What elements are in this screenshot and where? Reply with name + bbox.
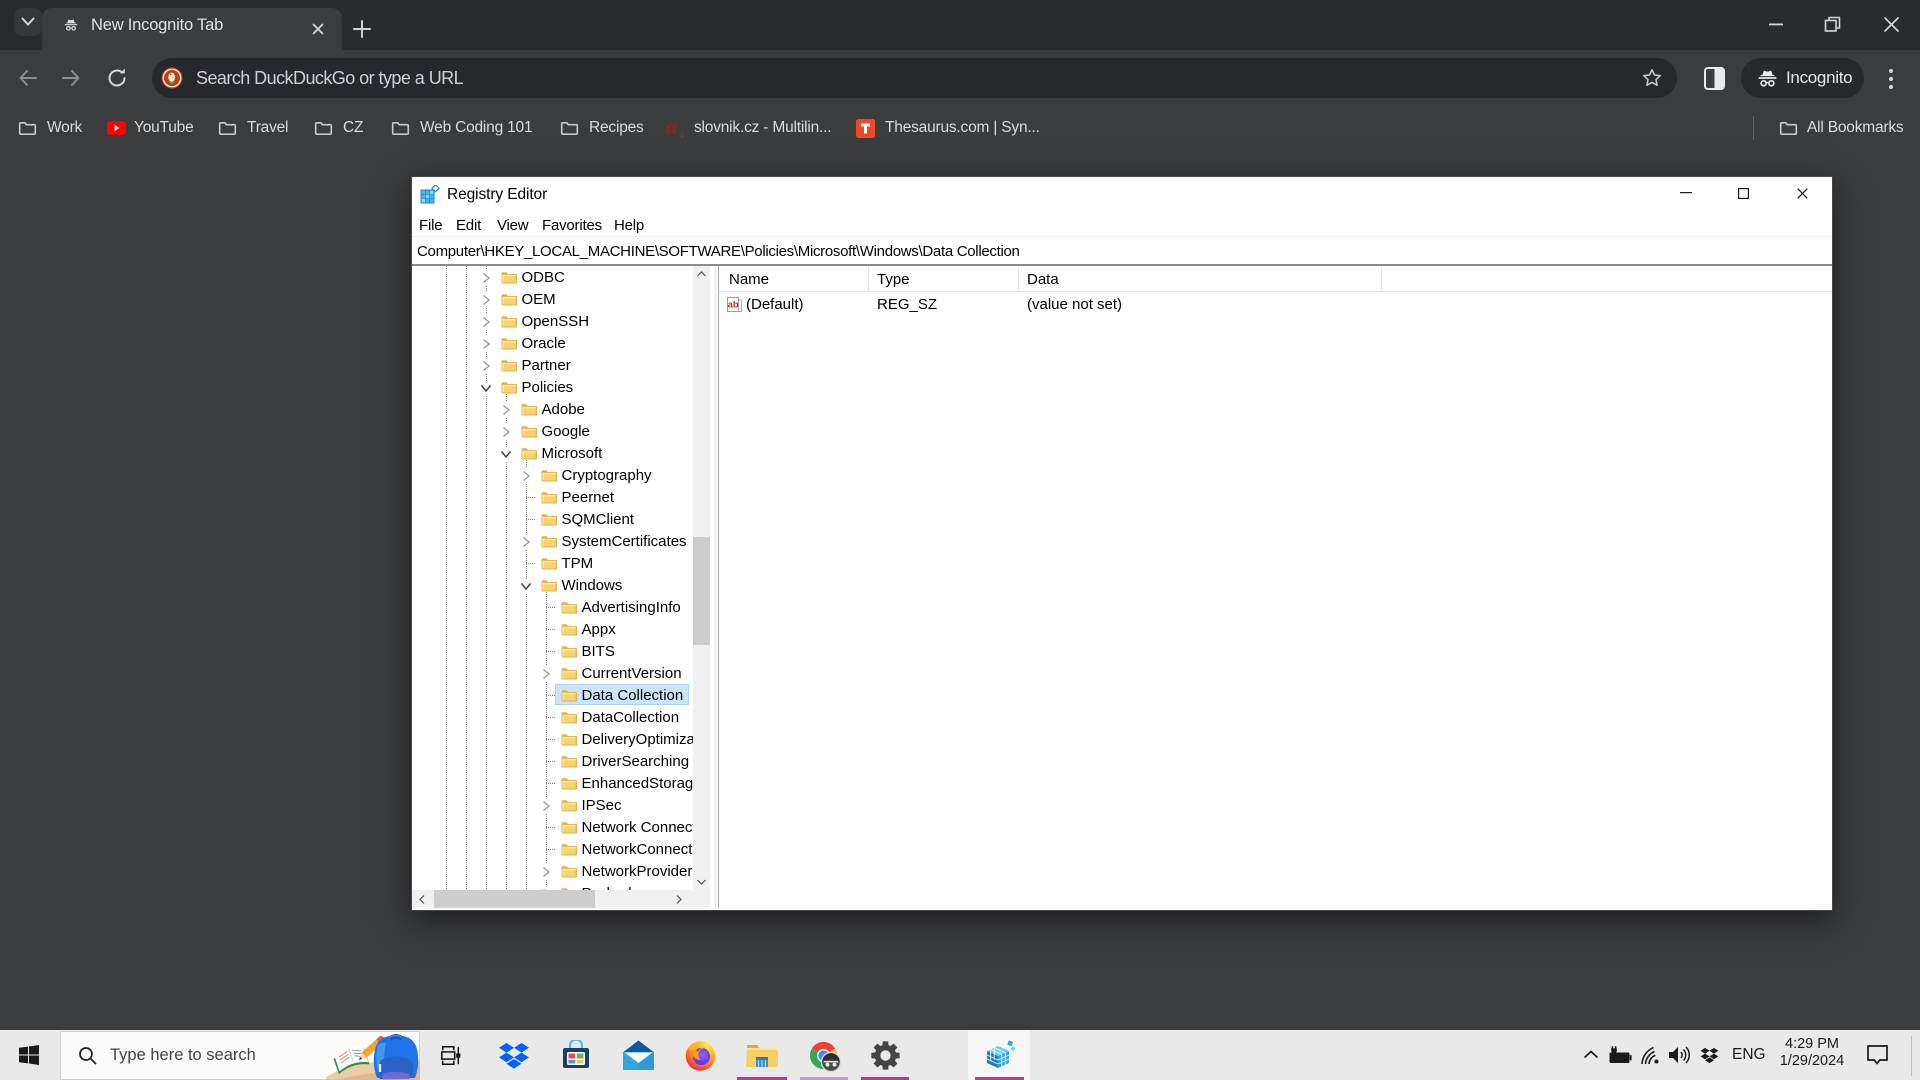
svg-text:ab: ab: [728, 300, 739, 311]
svg-text:↓: ↓: [680, 129, 685, 138]
svg-text:α: α: [666, 118, 678, 138]
